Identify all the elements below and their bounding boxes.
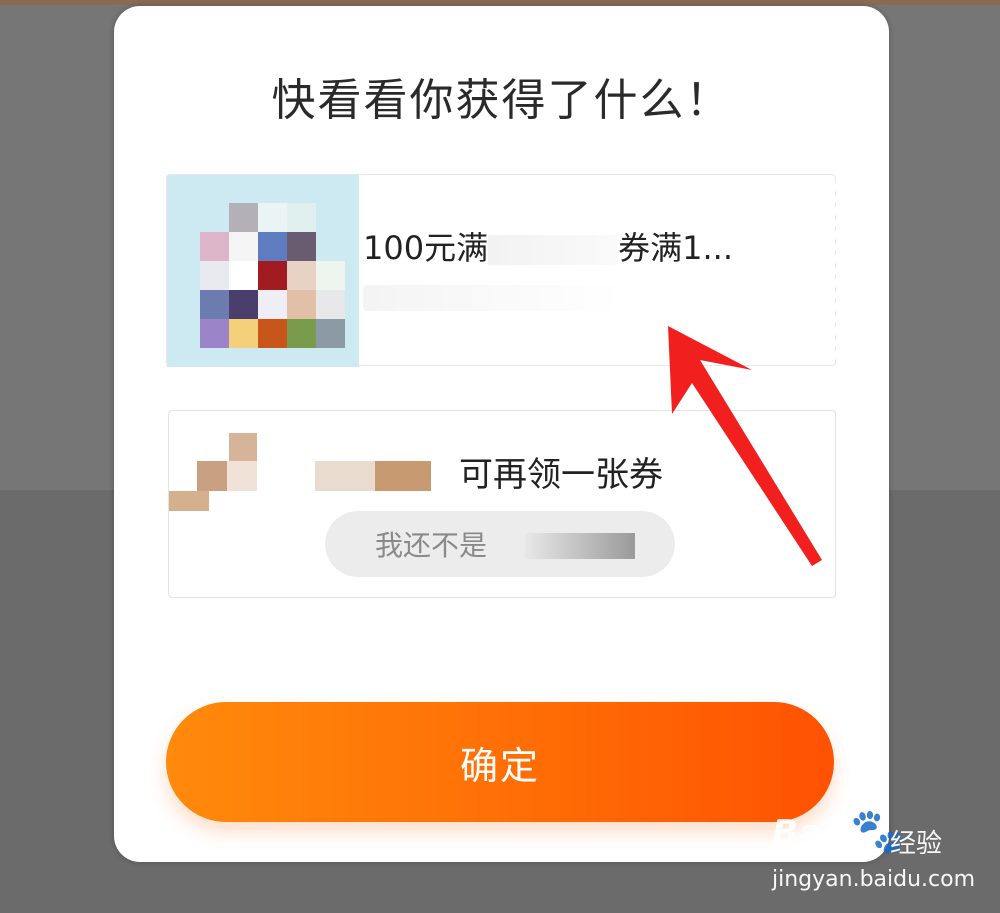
redacted-text [525, 533, 635, 559]
coupon-title-start: 100元 [363, 229, 457, 267]
coupon-validity-redacted [363, 285, 623, 311]
redacted-text [375, 461, 431, 491]
coupon-serrated-edge [829, 181, 837, 359]
coupon-title-end: 券满1... [618, 229, 733, 267]
redacted-text [488, 235, 619, 265]
coupon-card[interactable]: 100元满 券满1... [166, 174, 837, 367]
member-offer-text: 可再领一张券 [459, 455, 663, 495]
watermark-url: jingyan.baidu.com [772, 867, 976, 892]
dialog-title: 快看看你获得了什么！ [271, 75, 732, 126]
confirm-button[interactable]: 确定 [166, 702, 834, 822]
coupon-thumbnail [167, 175, 359, 367]
coupon-title-middle: 满 [456, 229, 489, 267]
coupon-title: 100元满 券满1... [363, 223, 733, 269]
watermark-cn: 经验 [890, 829, 943, 859]
member-logo [169, 411, 299, 511]
become-member-button[interactable]: 我还不是 [325, 511, 675, 577]
confirm-label: 确定 [459, 743, 540, 788]
reward-dialog: 快看看你获得了什么！ 100元满 券满1... 可再领一张券 我还不是 确定 [114, 6, 889, 862]
become-member-label: 我还不是 [375, 529, 488, 562]
baidu-watermark: Baidu 🐾 经验 jingyan.baidu.com [772, 805, 992, 905]
redacted-text [315, 461, 375, 491]
member-card: 可再领一张券 我还不是 [168, 410, 836, 598]
